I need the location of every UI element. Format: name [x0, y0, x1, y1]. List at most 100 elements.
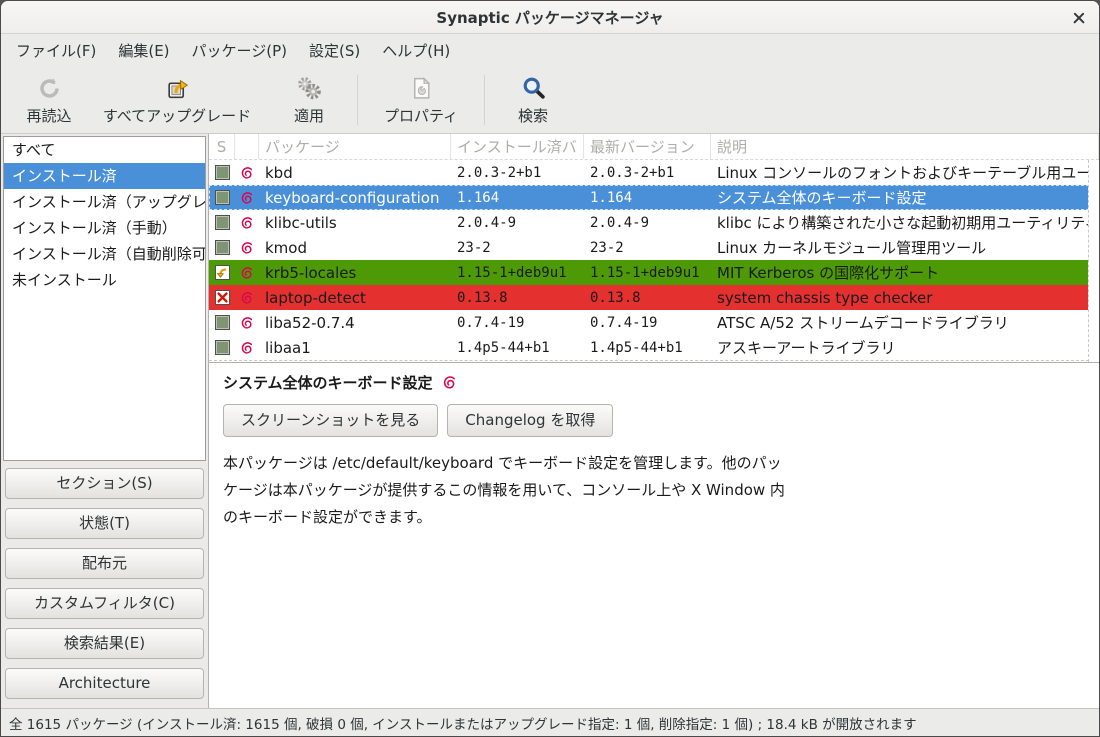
- status-installed-icon[interactable]: [215, 215, 230, 230]
- sections-button[interactable]: セクション(S): [5, 468, 204, 499]
- status-installed-icon[interactable]: [215, 315, 230, 330]
- architecture-button[interactable]: Architecture: [5, 668, 204, 699]
- filter-item-installed-manual[interactable]: インストール済（手動）: [4, 215, 205, 241]
- filter-item-not-installed[interactable]: 未インストール: [4, 267, 205, 293]
- properties-button[interactable]: プロパティ: [366, 71, 476, 129]
- latest-version: 1.15-1+deb9u1: [584, 260, 711, 285]
- detail-description: 本パッケージは /etc/default/keyboard でキーボード設定を管…: [223, 450, 1085, 531]
- reload-button[interactable]: 再読込: [9, 71, 89, 129]
- package-description: MIT Kerberos の国際化サポート: [711, 260, 1099, 285]
- debian-swirl-icon: [235, 160, 259, 185]
- latest-version: 23-2: [584, 235, 711, 260]
- toolbar-separator: [357, 75, 358, 125]
- latest-version: 1.164: [584, 185, 711, 210]
- package-description: システム全体のキーボード設定: [711, 185, 1099, 210]
- header-latest-version[interactable]: 最新バージョン: [584, 134, 711, 159]
- detail-description-line: のキーボード設定ができます。: [223, 504, 1085, 531]
- search-magnifier-icon: [520, 75, 547, 102]
- installed-version: 1.4p5-44+b1: [451, 335, 584, 360]
- status-removal-icon[interactable]: [215, 290, 230, 305]
- toolbar-separator: [484, 75, 485, 125]
- table-row-selected[interactable]: keyboard-configuration 1.164 1.164 システム全…: [209, 185, 1099, 210]
- toolbar: 再読込 すべてアップグレード 適用 プロパティ 検索: [1, 67, 1099, 134]
- installed-version: 23-2: [451, 235, 584, 260]
- table-scrollbar[interactable]: [1088, 160, 1099, 362]
- table-row-marked-reinstall[interactable]: krb5-locales 1.15-1+deb9u1 1.15-1+deb9u1…: [209, 260, 1099, 285]
- package-name: liba52-0.7.4: [259, 310, 451, 335]
- apply-button[interactable]: 適用: [269, 71, 349, 129]
- origin-button[interactable]: 配布元: [5, 548, 204, 579]
- get-changelog-button[interactable]: Changelog を取得: [447, 404, 613, 437]
- status-installed-icon[interactable]: [215, 340, 230, 355]
- installed-version: 0.13.8: [451, 285, 584, 310]
- status-installed-icon[interactable]: [215, 190, 230, 205]
- package-name: kmod: [259, 235, 451, 260]
- installed-version: 1.15-1+deb9u1: [451, 260, 584, 285]
- table-body: kbd 2.0.3-2+b1 2.0.3-2+b1 Linux コンソールのフォ…: [209, 160, 1099, 361]
- debian-swirl-icon: [235, 285, 259, 310]
- table-row[interactable]: libaa1 1.4p5-44+b1 1.4p5-44+b1 アスキーアートライ…: [209, 335, 1099, 360]
- filter-item-installed-autoremovable[interactable]: インストール済（自動削除可: [4, 241, 205, 267]
- table-row[interactable]: klibc-utils 2.0.4-9 2.0.4-9 klibc により構築さ…: [209, 210, 1099, 235]
- package-table: S パッケージ インストール済バ 最新バージョン 説明 kbd 2.0.3-2+…: [209, 134, 1099, 363]
- filter-item-all[interactable]: すべて: [4, 137, 205, 163]
- menu-help[interactable]: ヘルプ(H): [371, 34, 461, 67]
- package-description: アスキーアートライブラリ: [711, 335, 1099, 360]
- latest-version: 2.0.3-2+b1: [584, 160, 711, 185]
- table-row[interactable]: kmod 23-2 23-2 Linux カーネルモジュール管理用ツール: [209, 235, 1099, 260]
- latest-version: 1.4p5-44+b1: [584, 335, 711, 360]
- details-panel: システム全体のキーボード設定 スクリーンショットを見る Changelog を取…: [209, 363, 1099, 708]
- installed-version: 1.164: [451, 185, 584, 210]
- latest-version: 0.7.4-19: [584, 310, 711, 335]
- debian-swirl-icon: [235, 335, 259, 360]
- package-description: Linux コンソールのフォントおよびキーテーブル用ユーテ: [711, 160, 1099, 185]
- filter-item-installed[interactable]: インストール済: [4, 163, 205, 189]
- view-screenshot-button[interactable]: スクリーンショットを見る: [223, 404, 438, 437]
- reload-label: 再読込: [26, 105, 71, 126]
- upgrade-all-label: すべてアップグレード: [103, 105, 251, 126]
- detail-description-line: ケージは本パッケージが提供するこの情報を用いて、コンソール上や X Window…: [223, 477, 1085, 504]
- header-package[interactable]: パッケージ: [259, 134, 451, 159]
- detail-description-line: 本パッケージは /etc/default/keyboard でキーボード設定を管…: [223, 450, 1085, 477]
- menubar: ファイル(F) 編集(E) パッケージ(P) 設定(S) ヘルプ(H): [1, 34, 1099, 67]
- upgrade-all-button[interactable]: すべてアップグレード: [97, 71, 257, 129]
- sidebar-buttons: セクション(S) 状態(T) 配布元 カスタムフィルタ(C) 検索結果(E) A…: [1, 468, 208, 708]
- package-name: kbd: [259, 160, 451, 185]
- properties-document-icon: [408, 75, 435, 102]
- properties-label: プロパティ: [384, 105, 458, 126]
- close-icon[interactable]: [1069, 8, 1089, 28]
- filter-list: すべて インストール済 インストール済（アップグレ インストール済（手動） イン…: [3, 136, 206, 461]
- menu-settings[interactable]: 設定(S): [298, 34, 371, 67]
- header-status[interactable]: S: [209, 134, 235, 159]
- debian-swirl-icon: [235, 185, 259, 210]
- debian-swirl-icon: [235, 310, 259, 335]
- status-installed-icon[interactable]: [215, 165, 230, 180]
- filter-item-installed-upgradable[interactable]: インストール済（アップグレ: [4, 189, 205, 215]
- debian-swirl-icon: [235, 210, 259, 235]
- table-row-marked-removal[interactable]: laptop-detect 0.13.8 0.13.8 system chass…: [209, 285, 1099, 310]
- search-results-button[interactable]: 検索結果(E): [5, 628, 204, 659]
- menu-file[interactable]: ファイル(F): [5, 34, 107, 67]
- package-name: laptop-detect: [259, 285, 451, 310]
- menu-edit[interactable]: 編集(E): [107, 34, 180, 67]
- package-description: system chassis type checker: [711, 285, 1099, 310]
- detail-title-text: システム全体のキーボード設定: [223, 372, 433, 393]
- package-name: libaa1: [259, 335, 451, 360]
- custom-filters-button[interactable]: カスタムフィルタ(C): [5, 588, 204, 619]
- header-badge[interactable]: [235, 134, 259, 159]
- package-description: Linux カーネルモジュール管理用ツール: [711, 235, 1099, 260]
- table-row[interactable]: liba52-0.7.4 0.7.4-19 0.7.4-19 ATSC A/52…: [209, 310, 1099, 335]
- status-reinstall-icon[interactable]: [215, 265, 230, 280]
- table-row[interactable]: kbd 2.0.3-2+b1 2.0.3-2+b1 Linux コンソールのフォ…: [209, 160, 1099, 185]
- statusbar-text: 全 1615 パッケージ (インストール済: 1615 個, 破損 0 個, イ…: [9, 713, 917, 733]
- search-button[interactable]: 検索: [493, 71, 573, 129]
- status-button[interactable]: 状態(T): [5, 508, 204, 539]
- header-description[interactable]: 説明: [711, 134, 1099, 159]
- menu-package[interactable]: パッケージ(P): [181, 34, 298, 67]
- debian-swirl-icon: [442, 375, 457, 390]
- package-name: krb5-locales: [259, 260, 451, 285]
- header-installed-version[interactable]: インストール済バ: [451, 134, 584, 159]
- titlebar: Synaptic パッケージマネージャ: [1, 1, 1099, 34]
- debian-swirl-icon: [235, 235, 259, 260]
- status-installed-icon[interactable]: [215, 240, 230, 255]
